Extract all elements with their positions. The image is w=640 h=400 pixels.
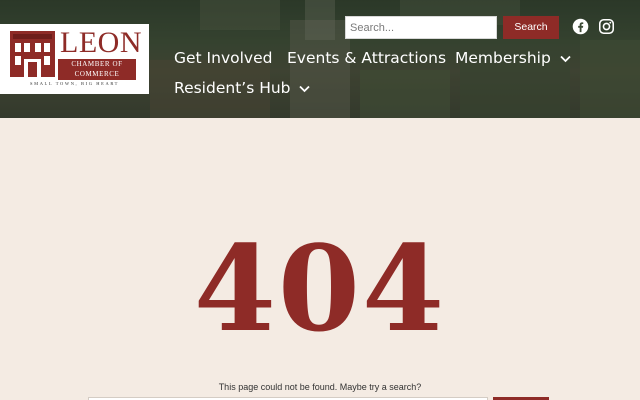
nav-item-events-attractions[interactable]: Events & Attractions (287, 48, 446, 68)
search-input[interactable] (345, 16, 497, 39)
nav-item-label: Resident’s Hub (174, 79, 291, 97)
nav-item-label: Events & Attractions (287, 49, 447, 67)
logo-tagline: SMALL TOWN, BIG HEART (30, 81, 119, 86)
error-code-heading: 404 (193, 219, 447, 358)
chevron-down-icon[interactable] (560, 55, 571, 63)
logo-subtitle-line2: COMMERCE (74, 69, 120, 78)
nav-item-get-involved[interactable]: Get Involved (174, 48, 272, 68)
search-button[interactable]: Search (503, 16, 559, 39)
nav-item-label: Get Involved (174, 49, 273, 67)
site-header: LEON CHAMBER OF COMMERCE SMALL TOWN, BIG… (0, 0, 640, 118)
facebook-icon[interactable] (572, 18, 589, 35)
logo-wordmark: LEON (60, 26, 142, 59)
logo-subtitle: CHAMBER OF COMMERCE (58, 59, 136, 80)
nav-item-membership[interactable]: Membership (455, 48, 571, 68)
error-message: This page could not be found. Maybe try … (218, 382, 422, 392)
instagram-icon[interactable] (598, 18, 615, 35)
nav-item-residents-hub[interactable]: Resident’s Hub (174, 78, 311, 98)
site-logo-link[interactable]: LEON CHAMBER OF COMMERCE SMALL TOWN, BIG… (0, 24, 149, 94)
logo-subtitle-line1: CHAMBER OF (71, 60, 123, 68)
chevron-down-icon[interactable] (299, 85, 311, 93)
nav-item-label: Membership (455, 49, 551, 67)
building-logo-icon (10, 31, 55, 77)
